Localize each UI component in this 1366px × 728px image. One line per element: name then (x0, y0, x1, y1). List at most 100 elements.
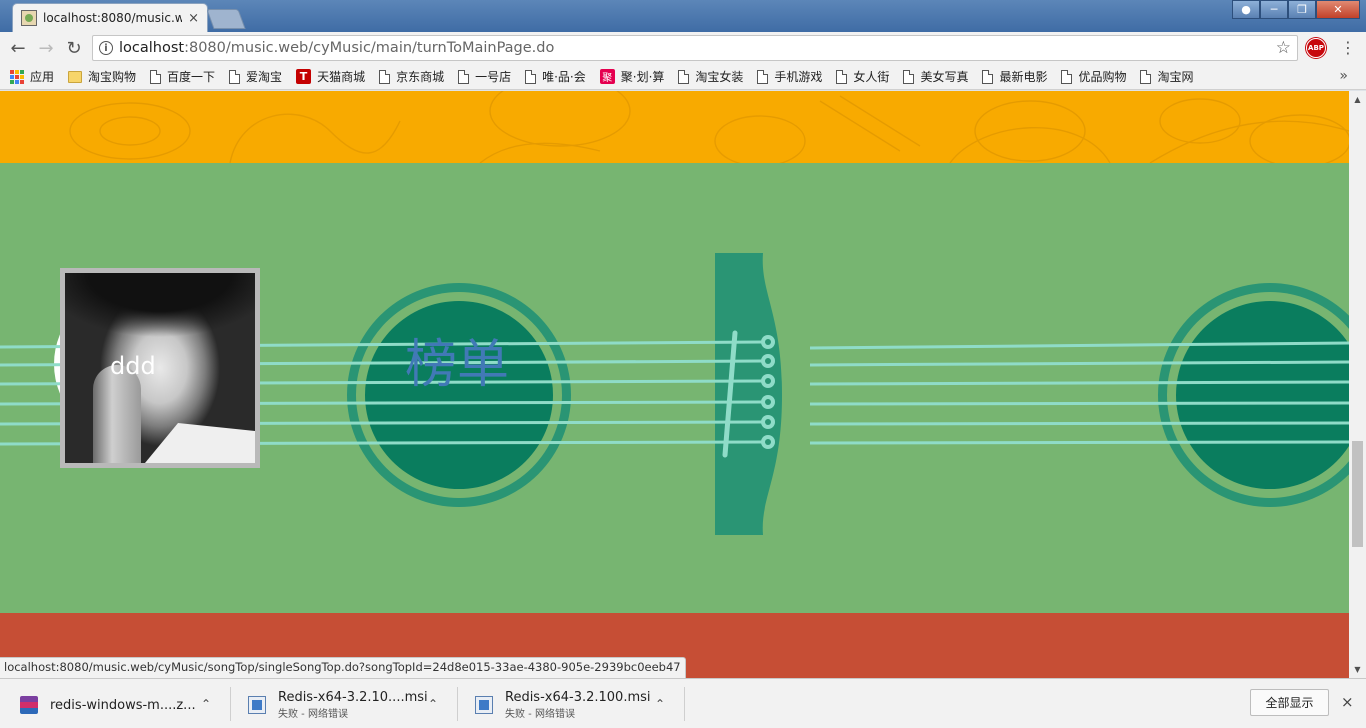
guitar-bridge (715, 253, 782, 535)
page-icon (229, 69, 241, 84)
download-item[interactable]: Redis-x64-3.2.10....msi 失败 - 网络错误 (248, 687, 428, 723)
page-icon (1061, 69, 1073, 84)
page-icon (525, 69, 537, 84)
album-title[interactable]: ddd (110, 352, 156, 380)
archive-file-icon (20, 696, 38, 714)
page-icon (1140, 69, 1152, 84)
close-download-shelf-icon[interactable]: × (1341, 693, 1354, 711)
page-icon (836, 69, 848, 84)
page-icon (379, 69, 391, 84)
url-path: :8080/music.web/cyMusic/main/turnToMainP… (184, 40, 555, 56)
bookmark-item[interactable]: 美女写真 (903, 68, 968, 85)
chevron-up-icon[interactable]: ⌃ (428, 697, 438, 711)
guitar-sketch-pattern (69, 91, 1349, 163)
download-item[interactable]: redis-windows-m....z... (20, 687, 196, 723)
scroll-down-arrow-icon[interactable]: ▼ (1349, 661, 1366, 678)
bookmark-item[interactable]: 一号店 (458, 68, 511, 85)
bookmark-star-icon[interactable]: ☆ (1276, 38, 1291, 58)
link-status-bubble: localhost:8080/music.web/cyMusic/songTop… (0, 657, 686, 678)
download-filename: Redis-x64-3.2.10....msi (278, 690, 428, 705)
album-cover-image[interactable] (65, 273, 255, 463)
bookmark-label: 最新电影 (999, 70, 1048, 84)
reload-icon[interactable]: ↻ (60, 34, 88, 62)
scroll-thumb[interactable] (1352, 441, 1363, 547)
download-filename: redis-windows-m....z... (50, 697, 196, 713)
page-icon (150, 69, 162, 84)
minimize-button[interactable]: ─ (1260, 0, 1288, 19)
bookmark-label: 女人街 (853, 70, 890, 84)
ju-icon: 聚 (599, 69, 615, 84)
page-scrollbar[interactable]: ▲ ▼ (1349, 91, 1366, 678)
bookmark-item[interactable]: 女人街 (836, 68, 889, 85)
bookmark-label: 手机游戏 (774, 70, 823, 84)
bookmark-item[interactable]: 百度一下 (150, 68, 215, 85)
download-filename: Redis-x64-3.2.100.msi (505, 690, 651, 705)
header-banner (0, 91, 1349, 163)
page-icon (757, 69, 769, 84)
browser-tab[interactable]: localhost:8080/music.w × (12, 3, 208, 32)
apps-icon (10, 69, 24, 84)
bookmark-item[interactable]: 淘宝购物 (68, 68, 136, 85)
back-arrow-icon[interactable]: ← (4, 34, 32, 62)
bookmark-label: 淘宝女装 (695, 70, 744, 84)
chevron-up-icon[interactable]: ⌃ (201, 697, 211, 711)
page-icon (982, 69, 994, 84)
bookmark-label: 百度一下 (167, 70, 216, 84)
bookmark-item[interactable]: 淘宝网 (1140, 68, 1194, 85)
window-controls: ● ─ ❐ ✕ (1232, 0, 1360, 19)
bookmark-item[interactable]: 应用 (10, 68, 54, 85)
album-card[interactable] (60, 268, 260, 468)
bookmark-label: 聚·划·算 (620, 70, 665, 84)
bookmark-label: 京东商城 (396, 70, 445, 84)
bookmark-item[interactable]: 优品购物 (1061, 68, 1126, 85)
folder-icon (68, 70, 83, 83)
menu-kebab-icon[interactable]: ⋮ (1340, 38, 1356, 57)
bookmark-item[interactable]: 唯·品·会 (525, 68, 586, 85)
bookmark-label: 美女写真 (920, 70, 969, 84)
maximize-button[interactable]: ❐ (1288, 0, 1316, 19)
bookmark-label: 淘宝购物 (88, 70, 137, 84)
close-window-button[interactable]: ✕ (1316, 0, 1360, 19)
chevron-up-icon[interactable]: ⌃ (655, 697, 665, 711)
chart-link[interactable]: 榜单 (405, 322, 509, 397)
bookmark-label: 天猫商城 (317, 70, 366, 84)
user-icon[interactable]: ● (1232, 0, 1260, 19)
bookmark-item[interactable]: 淘宝女装 (678, 68, 743, 85)
download-status: 失败 - 网络错误 (278, 709, 348, 720)
info-icon[interactable]: i (99, 41, 113, 55)
tmall-icon: T (296, 69, 312, 84)
bookmark-item[interactable]: 聚聚·划·算 (599, 68, 665, 85)
bookmark-label: 淘宝网 (1157, 70, 1194, 84)
show-all-downloads-button[interactable]: 全部显示 (1250, 689, 1329, 716)
bookmarks-bar: 应用 淘宝购物 百度一下 爱淘宝 T 天猫商城 京东商城 一号店 唯·品·会聚聚·划·算 淘宝女装… (0, 64, 1366, 90)
bookmark-label: 爱淘宝 (246, 70, 283, 84)
url-host: localhost (119, 40, 185, 56)
tab-title: localhost:8080/music.w (43, 11, 183, 25)
bookmark-label: 一号店 (475, 70, 512, 84)
address-bar[interactable]: i localhost:8080/music.web/cyMusic/main/… (92, 35, 1298, 61)
forward-arrow-icon[interactable]: → (32, 34, 60, 62)
page-icon (903, 69, 915, 84)
bookmark-item[interactable]: T 天猫商城 (296, 68, 365, 85)
page-icon (678, 69, 690, 84)
page-icon (458, 69, 470, 84)
adblock-plus-icon[interactable]: ABP (1306, 38, 1326, 58)
bookmark-label: 唯·品·会 (542, 70, 586, 84)
download-shelf: redis-windows-m....z... ⌃ Redis-x64-3.2.… (0, 678, 1366, 728)
download-status: 失败 - 网络错误 (505, 709, 575, 720)
bookmarks-more-icon[interactable]: » (1339, 68, 1348, 84)
bookmark-item[interactable]: 京东商城 (379, 68, 444, 85)
favicon-icon (21, 10, 37, 26)
new-tab-button[interactable] (206, 9, 246, 29)
bookmark-item[interactable]: 最新电影 (982, 68, 1047, 85)
bookmark-item[interactable]: 爱淘宝 (229, 68, 282, 85)
tab-close-icon[interactable]: × (188, 11, 199, 26)
bookmark-item[interactable]: 手机游戏 (757, 68, 822, 85)
browser-titlebar: localhost:8080/music.w × ● ─ ❐ ✕ (0, 0, 1366, 32)
bookmark-label: 应用 (30, 70, 55, 84)
download-item[interactable]: Redis-x64-3.2.100.msi 失败 - 网络错误 (475, 687, 651, 723)
installer-file-icon (248, 696, 266, 714)
browser-toolbar: ← → ↻ i localhost:8080/music.web/cyMusic… (0, 32, 1366, 64)
installer-file-icon (475, 696, 493, 714)
scroll-up-arrow-icon[interactable]: ▲ (1349, 91, 1366, 108)
